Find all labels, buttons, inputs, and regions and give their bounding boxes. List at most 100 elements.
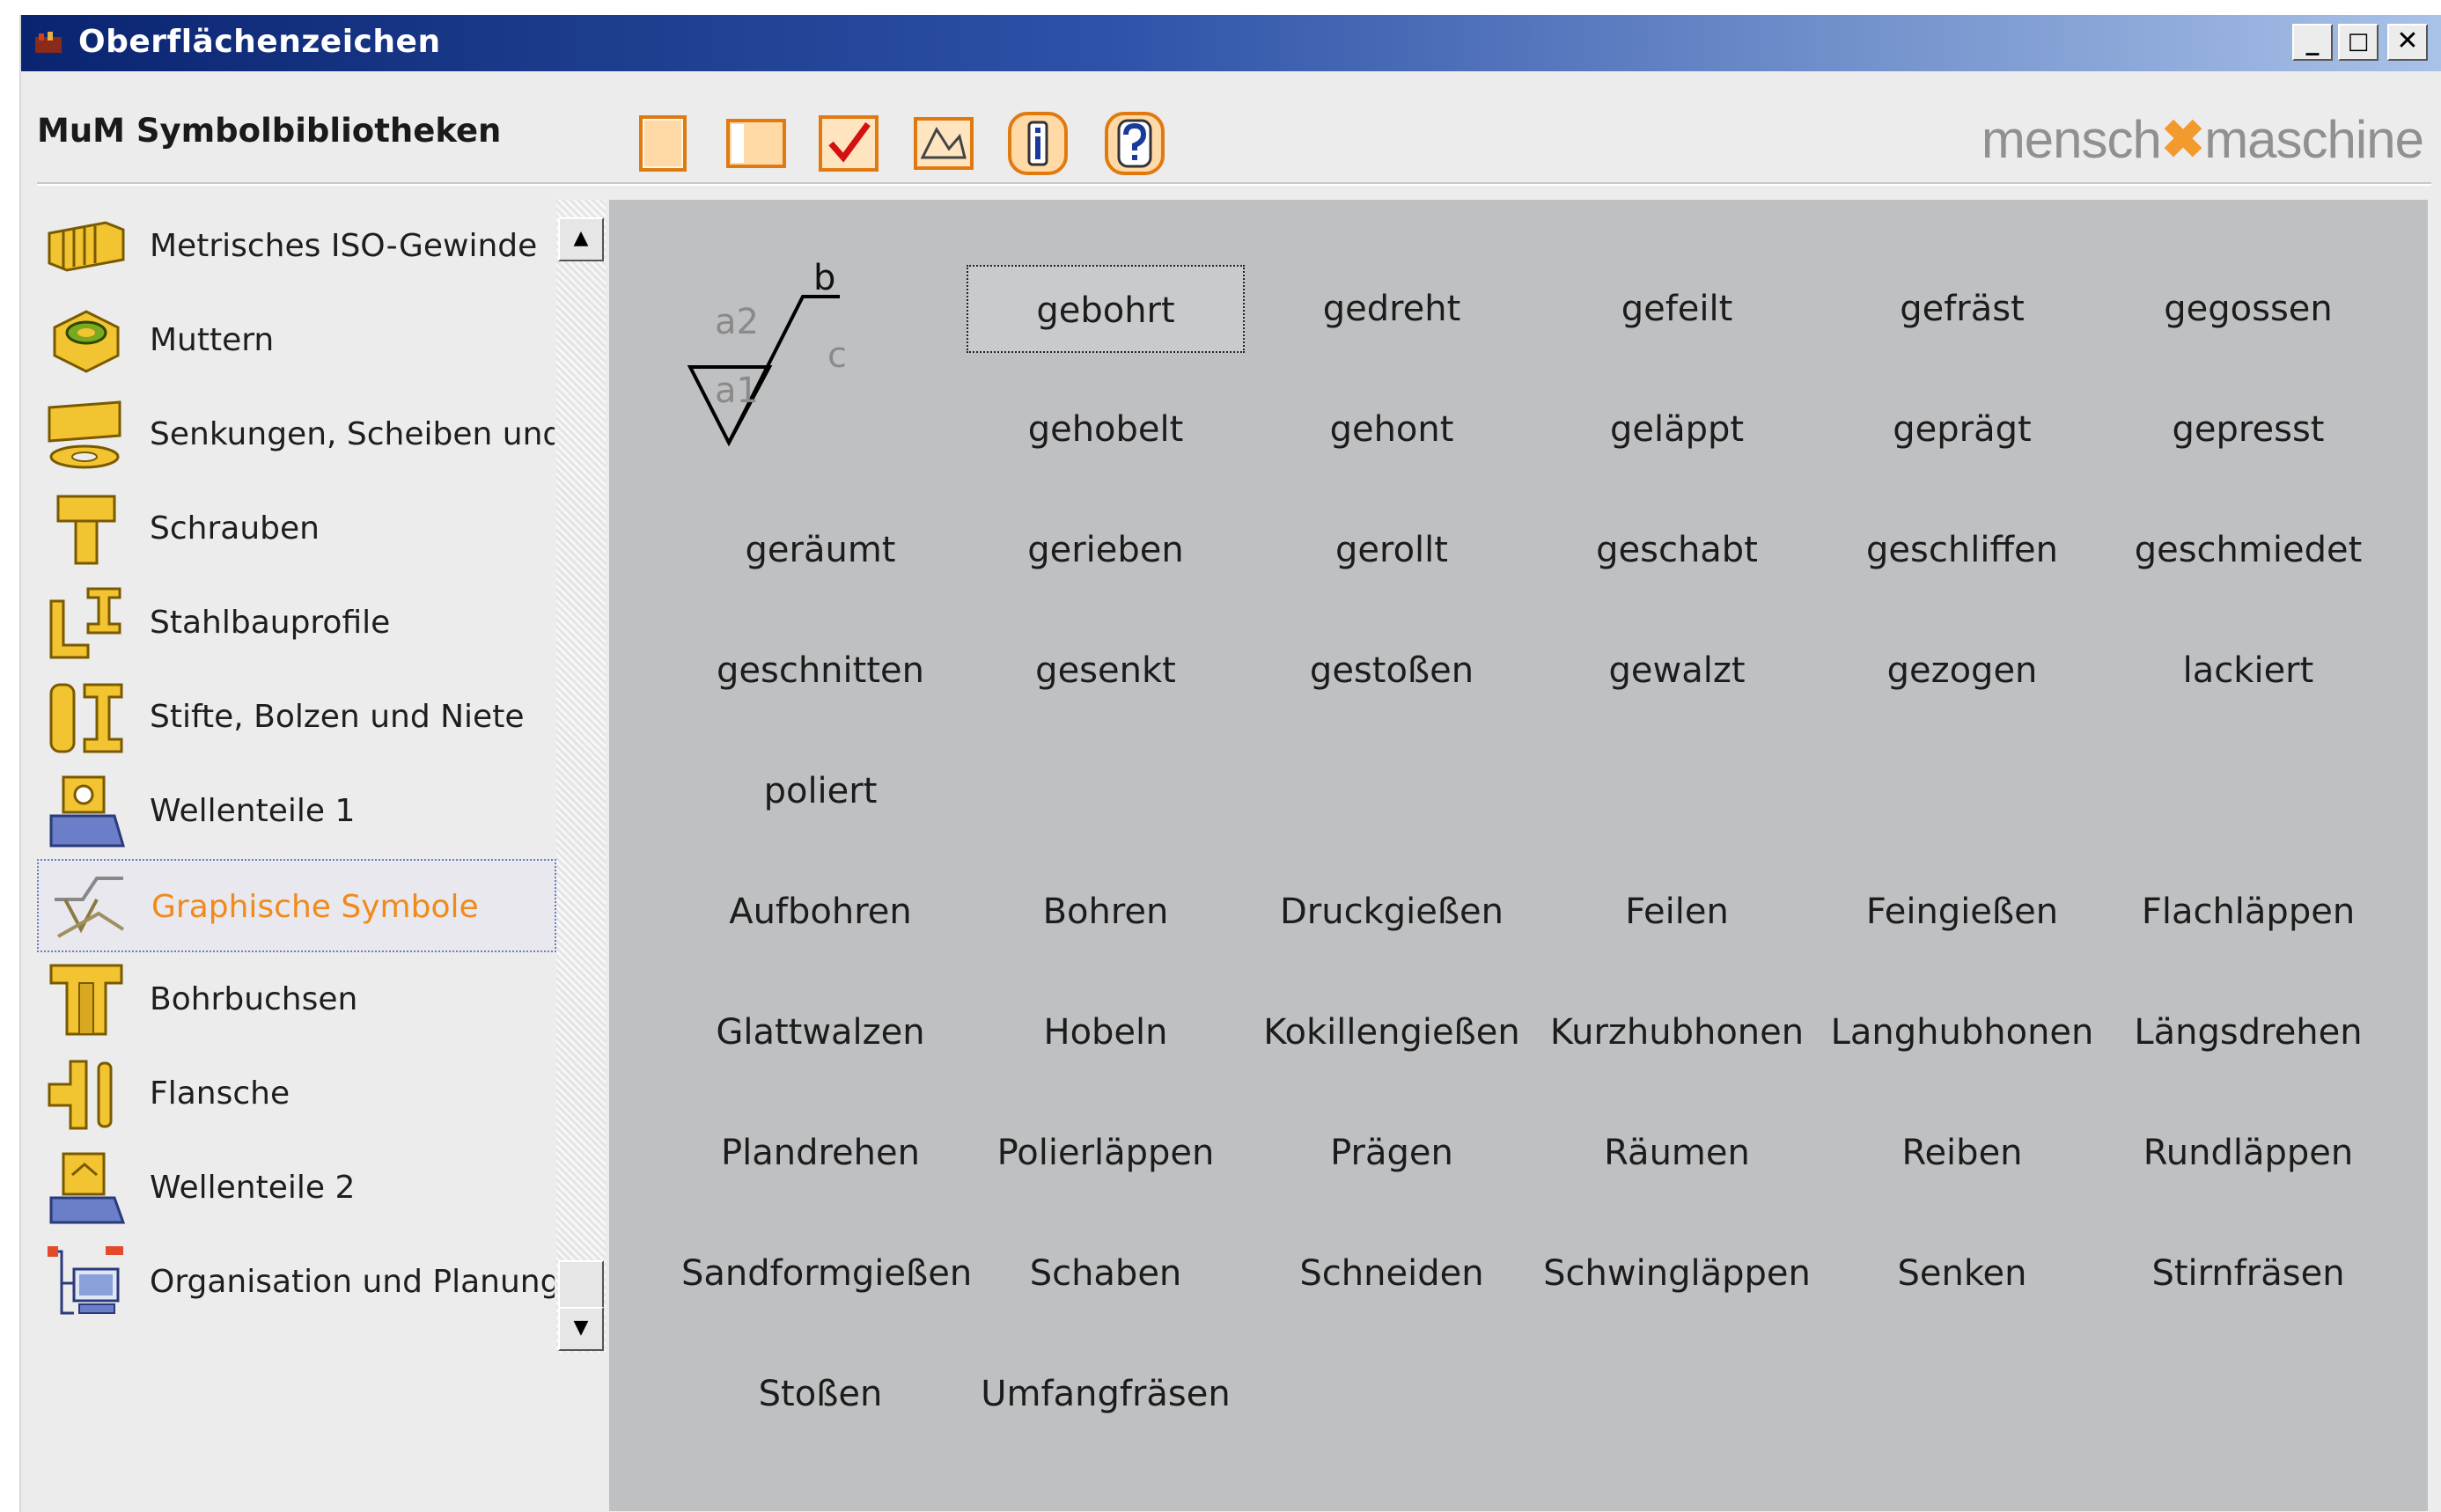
nut-icon	[53, 310, 120, 373]
symbol-label-a1: a1	[715, 371, 759, 411]
grid-cell[interactable]: gestoßen	[1253, 627, 1531, 715]
organisation-icon	[48, 1246, 123, 1315]
flange-icon	[48, 1060, 113, 1130]
sidebar-item-organisation[interactable]: Organisation und Planung	[37, 1236, 556, 1329]
shape-edit-icon[interactable]	[908, 108, 979, 179]
grid-cell[interactable]: Kurzhubhonen	[1538, 988, 1816, 1076]
grid-cell[interactable]: gesenkt	[967, 627, 1245, 715]
grid-cell[interactable]: gegossen	[2109, 265, 2387, 353]
sidebar-item-graphic-symbols[interactable]: Graphische Symbole	[37, 859, 556, 952]
help-icon[interactable]	[1099, 108, 1170, 179]
grid-cell[interactable]: Prägen	[1253, 1109, 1531, 1197]
sidebar-scrollbar[interactable]: ▲ ▼	[556, 200, 606, 1353]
info-icon[interactable]	[1003, 108, 1073, 179]
library-sidebar: Metrisches ISO-Gewinde Muttern Senkungen…	[37, 200, 556, 1353]
grid-cell[interactable]: gehont	[1253, 385, 1531, 473]
sidebar-item-drill-bushings[interactable]: Bohrbuchsen	[37, 953, 556, 1046]
grid-cell[interactable]: gerieben	[967, 506, 1245, 594]
grid-cell[interactable]: Stirnfräsen	[2109, 1229, 2387, 1317]
grid-cell[interactable]: Senken	[1823, 1229, 2101, 1317]
grid-cell[interactable]: Sandformgießen	[681, 1229, 972, 1317]
panel-icon[interactable]	[721, 108, 791, 179]
sidebar-item-flanges[interactable]: Flansche	[37, 1047, 556, 1141]
sidebar-item-label: Stahlbauprofile	[150, 605, 391, 641]
maximize-button[interactable]: □	[2338, 24, 2379, 61]
sidebar-item-label: Bohrbuchsen	[150, 981, 358, 1017]
minimize-button[interactable]: _	[2292, 24, 2333, 61]
scroll-thumb[interactable]	[558, 1260, 604, 1310]
sidebar-item-label: Muttern	[150, 322, 275, 358]
countersink-icon	[48, 400, 121, 469]
sidebar-item-steel-profiles[interactable]: Stahlbauprofile	[37, 576, 556, 670]
grid-cell[interactable]: Langhubhonen	[1823, 988, 2101, 1076]
grid-cell[interactable]: Rundläppen	[2109, 1109, 2387, 1197]
grid-cell[interactable]: Umfangfräsen	[967, 1350, 1245, 1438]
grid-cell[interactable]: Hobeln	[967, 988, 1245, 1076]
graphic-symbol-icon	[55, 877, 125, 938]
grid-cell[interactable]: gehobelt	[967, 385, 1245, 473]
symbol-label-c: c	[827, 335, 847, 376]
grid-cell[interactable]: Flachläppen	[2109, 868, 2387, 956]
grid-cell[interactable]: Polierläppen	[967, 1109, 1245, 1197]
scroll-up-button[interactable]: ▲	[558, 217, 604, 261]
shaft-part-icon	[49, 775, 126, 848]
grid-cell[interactable]: Längsdrehen	[2109, 988, 2387, 1076]
sidebar-item-label: Metrisches ISO-Gewinde	[150, 228, 538, 264]
grid-cell[interactable]: Kokillengießen	[1253, 988, 1531, 1076]
grid-cell[interactable]: Reiben	[1823, 1109, 2101, 1197]
grid-cell[interactable]: geräumt	[681, 506, 959, 594]
grid-cell[interactable]: geschnitten	[681, 627, 959, 715]
grid-cell[interactable]: Feilen	[1538, 868, 1816, 956]
grid-cell[interactable]: geschabt	[1538, 506, 1816, 594]
title-bar[interactable]: Oberflächenzeichen _ □ ✕	[21, 15, 2441, 71]
grid-cell[interactable]: gezogen	[1823, 627, 2101, 715]
scroll-down-button[interactable]: ▼	[558, 1307, 604, 1351]
sidebar-item-label: Senkungen, Scheiben und Du	[150, 416, 555, 452]
grid-cell[interactable]: gepresst	[2109, 385, 2387, 473]
grid-cell[interactable]: gewalzt	[1538, 627, 1816, 715]
sidebar-item-countersinks[interactable]: Senkungen, Scheiben und Du	[37, 388, 556, 481]
grid-cell[interactable]: gefeilt	[1538, 265, 1816, 353]
grid-cell[interactable]: gebohrt	[967, 265, 1245, 353]
drill-bushing-icon	[49, 964, 123, 1036]
symbol-label-b: b	[813, 261, 835, 298]
grid-cell[interactable]: geläppt	[1538, 385, 1816, 473]
new-icon[interactable]	[629, 108, 699, 179]
grid-cell[interactable]: Feingießen	[1823, 868, 2101, 956]
sidebar-item-label: Graphische Symbole	[151, 889, 479, 925]
sidebar-item-pins[interactable]: Stifte, Bolzen und Niete	[37, 671, 556, 764]
sidebar-item-nuts[interactable]: Muttern	[37, 294, 556, 387]
symbol-grid-panel: a2 a1 b c gebohrt gedreht gefeilt gefräs…	[609, 200, 2428, 1511]
grid-cell[interactable]: geschmiedet	[2109, 506, 2387, 594]
grid-cell[interactable]: gedreht	[1253, 265, 1531, 353]
grid-cell[interactable]: gefräst	[1823, 265, 2101, 353]
sidebar-item-shaft-parts-2[interactable]: Wellenteile 2	[37, 1141, 556, 1235]
grid-cell[interactable]: Schneiden	[1253, 1229, 1531, 1317]
grid-cell[interactable]: lackiert	[2109, 627, 2387, 715]
grid-cell[interactable]: Plandrehen	[681, 1109, 959, 1197]
steel-profile-icon	[49, 587, 121, 659]
grid-cell[interactable]: Aufbohren	[681, 868, 959, 956]
grid-cell[interactable]: Bohren	[967, 868, 1245, 956]
check-icon[interactable]	[813, 108, 884, 179]
grid-cell[interactable]: gerollt	[1253, 506, 1531, 594]
sidebar-item-screws[interactable]: Schrauben	[37, 482, 556, 576]
pin-bolt-icon	[49, 683, 123, 753]
thread-icon	[48, 221, 125, 272]
grid-cell[interactable]: geschliffen	[1823, 506, 2101, 594]
grid-cell[interactable]: poliert	[681, 747, 959, 835]
header-divider	[37, 182, 2431, 186]
close-button[interactable]: ✕	[2387, 24, 2428, 61]
sidebar-item-iso-thread[interactable]: Metrisches ISO-Gewinde	[37, 200, 556, 293]
grid-cell[interactable]: Glattwalzen	[681, 988, 959, 1076]
grid-cell[interactable]: Schwingläppen	[1538, 1229, 1816, 1317]
brand-logo: mensch✖maschine	[1981, 109, 2424, 171]
grid-cell[interactable]: Schaben	[967, 1229, 1245, 1317]
grid-cell[interactable]: Druckgießen	[1253, 868, 1531, 956]
brand-separator-icon: ✖	[2160, 110, 2205, 169]
sidebar-item-shaft-parts-1[interactable]: Wellenteile 1	[37, 765, 556, 858]
toolbar-title: MuM Symbolbibliotheken	[37, 112, 502, 150]
grid-cell[interactable]: Räumen	[1538, 1109, 1816, 1197]
grid-cell[interactable]: geprägt	[1823, 385, 2101, 473]
grid-cell[interactable]: Stoßen	[681, 1350, 959, 1438]
